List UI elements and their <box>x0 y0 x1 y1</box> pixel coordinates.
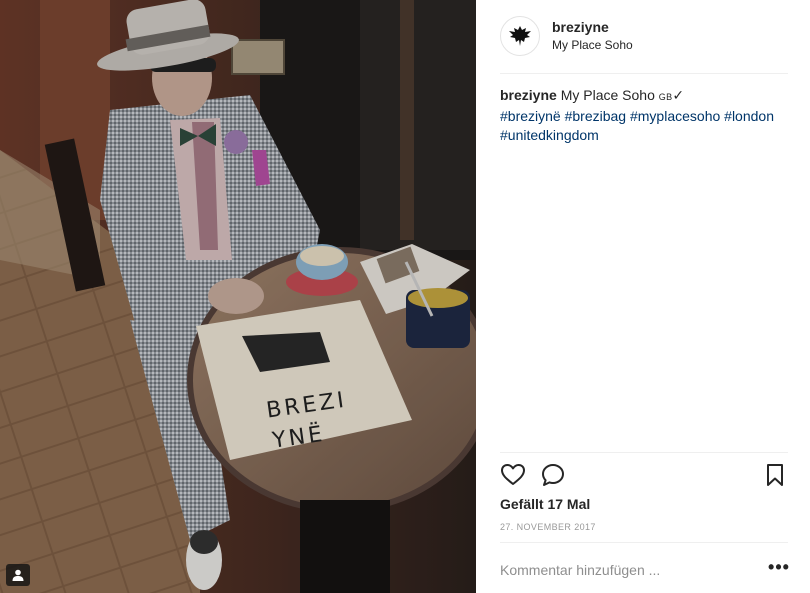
post-actions <box>500 462 788 488</box>
hashtag-link[interactable]: #breziynë <box>500 108 561 124</box>
hashtag-link[interactable]: #unitedkingdom <box>500 127 599 143</box>
bookmark-icon <box>767 464 783 486</box>
like-count[interactable]: Gefällt 17 Mal <box>500 496 590 512</box>
post-username[interactable]: breziyne <box>552 19 609 35</box>
hashtag-link[interactable]: #london <box>724 108 774 124</box>
tagged-users-button[interactable] <box>6 564 30 586</box>
heart-icon <box>501 464 525 485</box>
caption-text: My Place Soho <box>560 87 655 103</box>
comment-input[interactable] <box>500 560 740 580</box>
post-caption: breziyne My Place Soho GB✓ #breziynë #br… <box>500 86 792 145</box>
comment-bubble-icon <box>542 464 564 486</box>
user-tag-icon <box>12 569 24 581</box>
caption-username[interactable]: breziyne <box>500 87 557 103</box>
hashtag-link[interactable]: #myplacesoho <box>630 108 720 124</box>
more-options-button[interactable]: ••• <box>768 558 790 580</box>
post-location[interactable]: My Place Soho <box>552 38 633 52</box>
save-button[interactable] <box>762 462 788 488</box>
like-button[interactable] <box>500 462 526 488</box>
avatar[interactable] <box>500 16 540 56</box>
hashtag-link[interactable]: #brezibag <box>565 108 627 124</box>
post-date: 27. NOVEMBER 2017 <box>500 522 596 532</box>
post-photo[interactable]: BREZI YNË <box>0 0 476 593</box>
post-header: breziyne My Place Soho <box>500 16 790 56</box>
comment-button[interactable] <box>540 462 566 488</box>
header-divider <box>500 73 788 74</box>
photo-illustration: BREZI YNË <box>0 0 476 593</box>
eagle-logo-icon <box>509 26 531 46</box>
post-sidebar: breziyne My Place Soho breziyne My Place… <box>476 0 810 593</box>
caption-check: ✓ <box>672 87 685 103</box>
actions-divider <box>500 452 788 453</box>
caption-flag: GB <box>658 92 673 102</box>
comment-divider <box>500 542 788 543</box>
